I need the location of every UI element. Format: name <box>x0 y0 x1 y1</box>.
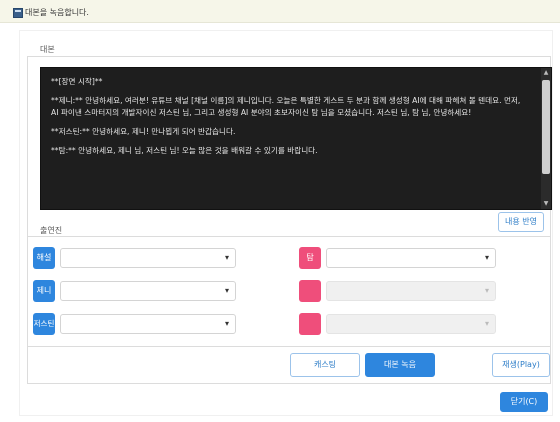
window-title: 대본을 녹음합니다. <box>25 8 89 17</box>
chevron-down-icon: ▾ <box>224 286 229 295</box>
role-tag-empty <box>299 313 321 335</box>
role-tag-tom: 탐 <box>299 247 321 269</box>
role-tag-narrator: 해설 <box>33 247 55 269</box>
script-line: **저스틴:** 안녕하세요, 제니! 만나뵙게 되어 반갑습니다. <box>51 127 236 136</box>
close-button[interactable]: 닫기(C) <box>500 392 548 412</box>
record-script-button[interactable]: 대본 녹음 <box>365 353 435 377</box>
script-scrollbar[interactable]: ▲ ▼ <box>541 68 551 209</box>
play-button[interactable]: 재생(Play) <box>492 353 550 377</box>
scroll-up-icon[interactable]: ▲ <box>542 69 550 77</box>
empty-voice-select: ▾ <box>326 281 496 301</box>
cast-section-label: 출연진 <box>40 226 63 235</box>
role-tag-empty <box>299 280 321 302</box>
script-line: **[장면 시작]** <box>51 77 103 86</box>
script-panel: **[장면 시작]** **제니:** 안녕하세요, 여러분! 유튜브 채널 [… <box>27 56 552 244</box>
empty-voice-select: ▾ <box>326 314 496 334</box>
script-line: **탐:** 안녕하세요, 제니 님, 저스틴 님! 오늘 많은 것을 배워갈 … <box>51 146 318 155</box>
scroll-down-icon[interactable]: ▼ <box>542 200 550 208</box>
script-text-area[interactable]: **[장면 시작]** **제니:** 안녕하세요, 여러분! 유튜브 채널 [… <box>40 67 552 210</box>
dialog-body: 대본 **[장면 시작]** **제니:** 안녕하세요, 여러분! 유튜브 채… <box>19 30 553 416</box>
action-bar: 캐스팅 대본 녹음 재생(Play) <box>27 346 551 384</box>
jenny-voice-select[interactable]: ▾ <box>60 281 236 301</box>
chevron-down-icon: ▾ <box>224 253 229 262</box>
tom-voice-select[interactable]: ▾ <box>326 248 496 268</box>
chevron-down-icon: ▾ <box>484 286 489 295</box>
casting-button[interactable]: 캐스팅 <box>290 353 360 377</box>
scroll-thumb[interactable] <box>542 80 550 174</box>
chevron-down-icon: ▾ <box>484 253 489 262</box>
apply-content-button[interactable]: 내용 반영 <box>498 212 544 232</box>
role-tag-justin: 저스틴 <box>33 313 55 335</box>
narrator-voice-select[interactable]: ▾ <box>60 248 236 268</box>
role-tag-jenny: 제니 <box>33 280 55 302</box>
script-section-label: 대본 <box>40 45 55 54</box>
title-bar: 대본을 녹음합니다. <box>0 0 560 23</box>
script-line: **제니:** 안녕하세요, 여러분! 유튜브 채널 [채널 이름]의 제니입니… <box>51 96 521 117</box>
app-icon <box>13 8 23 18</box>
justin-voice-select[interactable]: ▾ <box>60 314 236 334</box>
chevron-down-icon: ▾ <box>224 319 229 328</box>
chevron-down-icon: ▾ <box>484 319 489 328</box>
